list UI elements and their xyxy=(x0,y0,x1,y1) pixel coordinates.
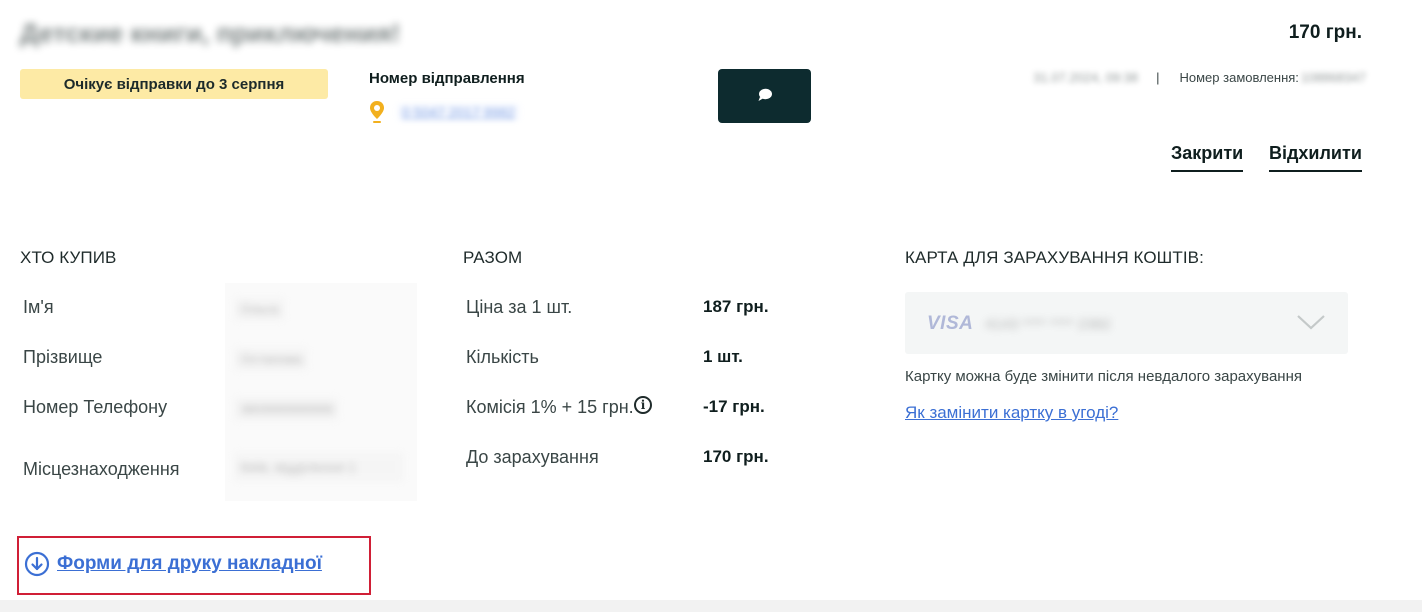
commission-label: Комісія 1% + 15 грн. xyxy=(466,397,634,417)
print-waybill-forms-link[interactable]: Форми для друку накладної xyxy=(57,553,322,575)
buyer-surname-value: Остапова xyxy=(234,347,309,371)
card-change-note: Картку можна буде змінити після невдалог… xyxy=(905,368,1302,385)
card-section-heading: КАРТА ДЛЯ ЗАРАХУВАННЯ КОШТІВ: xyxy=(905,248,1204,267)
buyer-name-value: Ольга xyxy=(234,297,285,321)
bottom-divider-bar xyxy=(0,600,1422,612)
summary-section-heading: РАЗОМ xyxy=(463,248,523,267)
order-meta: 31.07.2024, 09:38 | Номер замовлення: 10… xyxy=(1033,70,1366,85)
card-masked-number: 4143 **** **** 2382 xyxy=(985,316,1111,333)
download-circle-icon[interactable] xyxy=(24,551,50,577)
chat-bubble-icon xyxy=(757,88,773,105)
payout-label: До зарахування xyxy=(466,447,599,467)
close-order-button[interactable]: Закрити xyxy=(1171,143,1244,172)
order-total-price: 170 грн. xyxy=(1288,22,1362,43)
buyer-location-value: Київ, відділення 1 xyxy=(234,452,404,482)
shipment-tracking-link[interactable]: 0 5047 2017 9982 xyxy=(398,104,519,120)
commission-value: -17 грн. xyxy=(703,397,765,416)
buyer-location-label: Місцезнаходження xyxy=(23,459,180,479)
order-number: 108868347 xyxy=(1300,70,1366,85)
order-number-label: Номер замовлення: xyxy=(1179,70,1299,85)
shipment-label: Номер відправлення xyxy=(369,70,525,87)
order-date: 31.07.2024, 09:38 xyxy=(1033,70,1139,85)
status-badge: Очікує відправки до 3 серпня xyxy=(20,69,328,99)
chevron-down-icon[interactable] xyxy=(1296,313,1326,331)
chat-button[interactable] xyxy=(718,69,811,123)
visa-logo: VISA xyxy=(927,313,974,334)
buyer-surname-label: Прізвище xyxy=(23,347,103,367)
buyer-section-heading: ХТО КУПИВ xyxy=(20,248,117,267)
order-meta-separator: | xyxy=(1156,70,1160,85)
unit-price-label: Ціна за 1 шт. xyxy=(466,297,573,317)
buyer-phone-label: Номер Телефону xyxy=(23,397,168,417)
buyer-name-label: Ім'я xyxy=(23,297,54,317)
decline-order-button[interactable]: Відхилити xyxy=(1269,143,1362,172)
product-title: Детские книги, приключения! xyxy=(20,18,401,48)
replace-card-help-link[interactable]: Як замінити картку в угоді? xyxy=(905,403,1118,423)
buyer-phone-value: 380999999999 xyxy=(234,397,340,421)
payout-value: 170 грн. xyxy=(703,447,769,466)
info-icon[interactable]: i xyxy=(634,396,652,414)
quantity-value: 1 шт. xyxy=(703,347,743,366)
location-pin-icon xyxy=(369,100,385,124)
quantity-label: Кількість xyxy=(466,347,539,367)
unit-price-value: 187 грн. xyxy=(703,297,769,316)
